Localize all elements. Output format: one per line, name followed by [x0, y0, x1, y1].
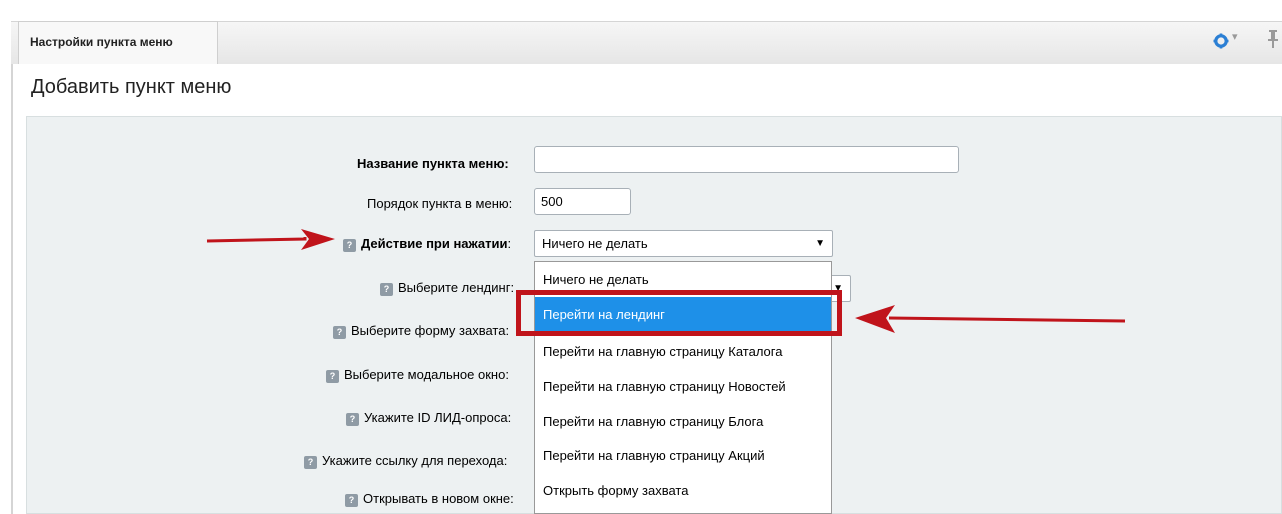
menu-item-order-input[interactable]: 500	[534, 188, 631, 215]
landing-label: ? Выберите лендинг:	[380, 280, 514, 296]
open-new-window-label: ? Открывать в новом окне:	[345, 491, 514, 507]
open-new-window-label-text: Открывать в новом окне:	[363, 491, 514, 506]
click-action-label-colon: :	[507, 236, 512, 251]
click-action-label: ? Действие при нажатии:	[343, 236, 511, 252]
modal-window-label: ? Выберите модальное окно:	[326, 367, 509, 383]
dropdown-option[interactable]: Перейти на главную страницу Акций	[535, 438, 831, 473]
highlight-box	[516, 290, 842, 336]
help-icon[interactable]: ?	[345, 494, 358, 507]
lead-poll-id-label: ? Укажите ID ЛИД-опроса:	[346, 410, 511, 426]
capture-form-label-text: Выберите форму захвата:	[351, 323, 510, 338]
arrow-icon	[855, 305, 1126, 333]
dropdown-option[interactable]: Перейти на главную страницу Новостей	[535, 369, 831, 404]
click-action-select-value: Ничего не делать	[542, 236, 648, 251]
dropdown-option[interactable]: Перейти на главную страницу Блога	[535, 404, 831, 439]
menu-item-order-label: Порядок пункта в меню:	[367, 196, 513, 211]
modal-window-label-text: Выберите модальное окно:	[344, 367, 509, 382]
redirect-link-label-text: Укажите ссылку для перехода:	[322, 453, 508, 468]
tab-menu-item-settings[interactable]: Настройки пункта меню	[18, 21, 218, 64]
help-icon[interactable]: ?	[333, 326, 346, 339]
gear-icon[interactable]	[1213, 33, 1229, 49]
menu-item-name-label: Название пункта меню:	[357, 156, 509, 171]
help-icon[interactable]: ?	[343, 239, 356, 252]
page-title: Добавить пункт меню	[31, 76, 232, 98]
click-action-select[interactable]: Ничего не делать ▼	[534, 230, 833, 257]
help-icon[interactable]: ?	[380, 283, 393, 296]
tab-bar: Настройки пункта меню ▾	[0, 0, 1282, 64]
landing-label-text: Выберите лендинг:	[398, 280, 515, 295]
arrow-icon	[206, 229, 335, 250]
content-left-border	[11, 64, 13, 514]
menu-item-name-input[interactable]	[534, 146, 959, 173]
help-icon[interactable]: ?	[304, 456, 317, 469]
dropdown-option[interactable]: Перейти на главную страницу Каталога	[535, 334, 831, 369]
capture-form-label: ? Выберите форму захвата:	[333, 323, 509, 339]
lead-poll-id-label-text: Укажите ID ЛИД-опроса:	[364, 410, 512, 425]
help-icon[interactable]: ?	[346, 413, 359, 426]
click-action-label-text: Действие при нажатии	[361, 236, 508, 251]
help-icon[interactable]: ?	[326, 370, 339, 383]
chevron-down-icon: ▼	[815, 238, 825, 249]
redirect-link-label: ? Укажите ссылку для перехода:	[304, 453, 507, 469]
dropdown-option[interactable]: Открыть форму захвата	[535, 473, 831, 508]
gear-dropdown-caret[interactable]: ▾	[1232, 30, 1238, 43]
pin-icon[interactable]	[1266, 29, 1280, 49]
